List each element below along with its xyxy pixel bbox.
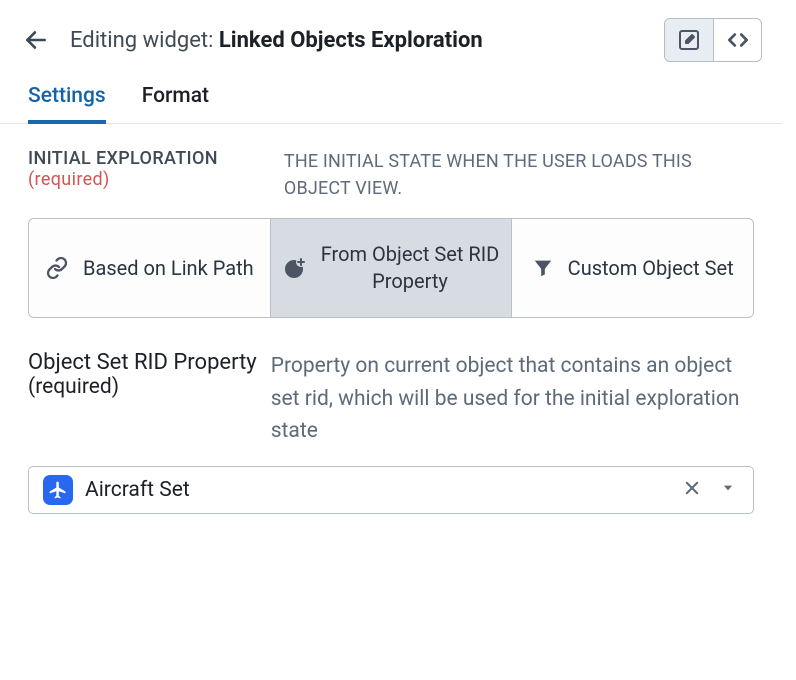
plane-icon [43, 475, 73, 505]
option-label: From Object Set RID Property [321, 241, 500, 295]
code-icon [725, 27, 751, 53]
funnel-icon [532, 257, 554, 279]
required-marker: (required) [28, 375, 119, 399]
link-icon [45, 256, 69, 280]
arrow-left-icon [23, 27, 49, 53]
clear-selection-button[interactable] [679, 475, 705, 505]
close-icon [683, 479, 701, 497]
initial-exploration-header: INITIAL EXPLORATION (required) THE INITI… [28, 148, 754, 202]
initial-exploration-desc: THE INITIAL STATE WHEN THE USER LOADS TH… [284, 148, 754, 202]
option-label: Based on Link Path [83, 255, 254, 282]
title-prefix: Editing widget: [70, 28, 213, 53]
back-button[interactable] [20, 24, 52, 56]
rid-property-select[interactable]: Aircraft Set [28, 466, 754, 514]
rid-property-label: Object Set RID Property [28, 350, 257, 375]
initial-exploration-segmented: Based on Link Path From Object Set RID P… [28, 218, 754, 318]
edit-mode-button[interactable] [665, 19, 713, 61]
code-mode-button[interactable] [713, 19, 761, 61]
pencil-square-icon [677, 28, 701, 52]
tab-format[interactable]: Format [142, 84, 209, 123]
option-label: Custom Object Set [568, 255, 734, 282]
view-mode-toggle [664, 18, 762, 62]
required-marker: (required) [28, 169, 110, 190]
caret-down-icon [721, 481, 735, 495]
option-custom-object-set[interactable]: Custom Object Set [511, 219, 753, 317]
initial-exploration-label: INITIAL EXPLORATION [28, 148, 218, 169]
rid-property-header: Object Set RID Property (required) Prope… [28, 350, 754, 448]
option-based-on-link-path[interactable]: Based on Link Path [29, 219, 270, 317]
tab-settings[interactable]: Settings [28, 84, 106, 124]
page-title: Editing widget: Linked Objects Explorati… [70, 28, 646, 53]
rid-property-desc: Property on current object that contains… [271, 350, 754, 448]
widget-name: Linked Objects Exploration [219, 28, 483, 53]
tabs: Settings Format [0, 74, 782, 124]
dropdown-toggle[interactable] [717, 476, 739, 503]
selected-property-name: Aircraft Set [85, 478, 667, 502]
option-from-object-set-rid-property[interactable]: From Object Set RID Property [270, 219, 512, 317]
add-circle-icon [283, 256, 307, 280]
